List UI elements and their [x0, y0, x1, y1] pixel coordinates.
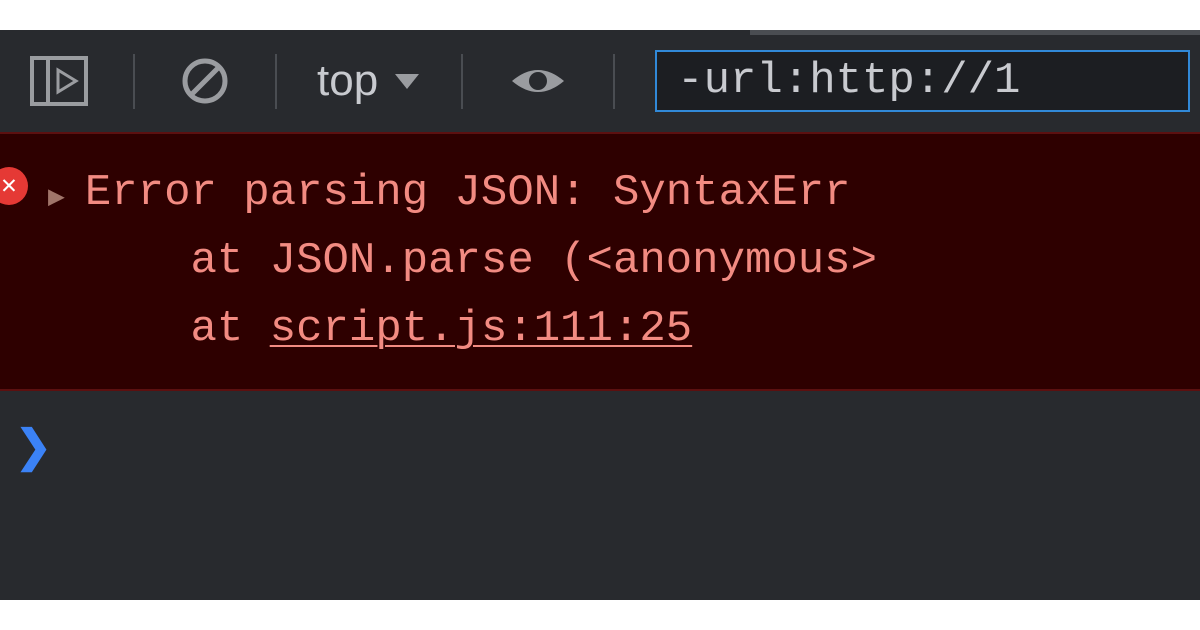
- clear-icon: [180, 56, 230, 106]
- toolbar-divider: [461, 54, 463, 109]
- devtools-console: top ✕ ▶ Error parsing JSON: SyntaxErr at…: [0, 30, 1200, 600]
- eye-icon: [508, 61, 568, 101]
- x-glyph: ✕: [1, 173, 17, 199]
- clear-console-button[interactable]: [160, 46, 250, 116]
- sidebar-play-icon: [30, 56, 88, 106]
- toolbar-divider: [133, 54, 135, 109]
- dropdown-icon: [393, 71, 421, 91]
- error-icon: ✕: [0, 167, 28, 205]
- toolbar-divider: [613, 54, 615, 109]
- console-filter-input[interactable]: [677, 56, 1168, 106]
- console-messages: ✕ ▶ Error parsing JSON: SyntaxErr at JSO…: [0, 132, 1200, 502]
- top-accent-bar: [750, 30, 1200, 35]
- expand-triangle-icon[interactable]: ▶: [48, 177, 65, 220]
- prompt-chevron-icon: ❯: [15, 421, 52, 472]
- live-expression-button[interactable]: [488, 51, 588, 111]
- console-prompt-row: ❯: [0, 391, 1200, 502]
- error-line-2: at JSON.parse (<anonymous>: [85, 236, 877, 286]
- execution-context-selector[interactable]: top: [302, 46, 436, 116]
- console-toolbar: top: [0, 30, 1200, 132]
- console-prompt-input[interactable]: [67, 421, 1185, 471]
- error-text-block: Error parsing JSON: SyntaxErr at JSON.pa…: [85, 159, 1185, 364]
- toggle-sidebar-button[interactable]: [10, 46, 108, 116]
- toolbar-divider: [275, 54, 277, 109]
- context-label: top: [317, 56, 378, 106]
- console-error-row[interactable]: ✕ ▶ Error parsing JSON: SyntaxErr at JSO…: [0, 132, 1200, 391]
- filter-input-container: [655, 50, 1190, 112]
- error-source-link[interactable]: script.js:111:25: [270, 304, 692, 354]
- error-line-1: Error parsing JSON: SyntaxErr: [85, 168, 851, 218]
- error-line-3-prefix: at: [85, 304, 270, 354]
